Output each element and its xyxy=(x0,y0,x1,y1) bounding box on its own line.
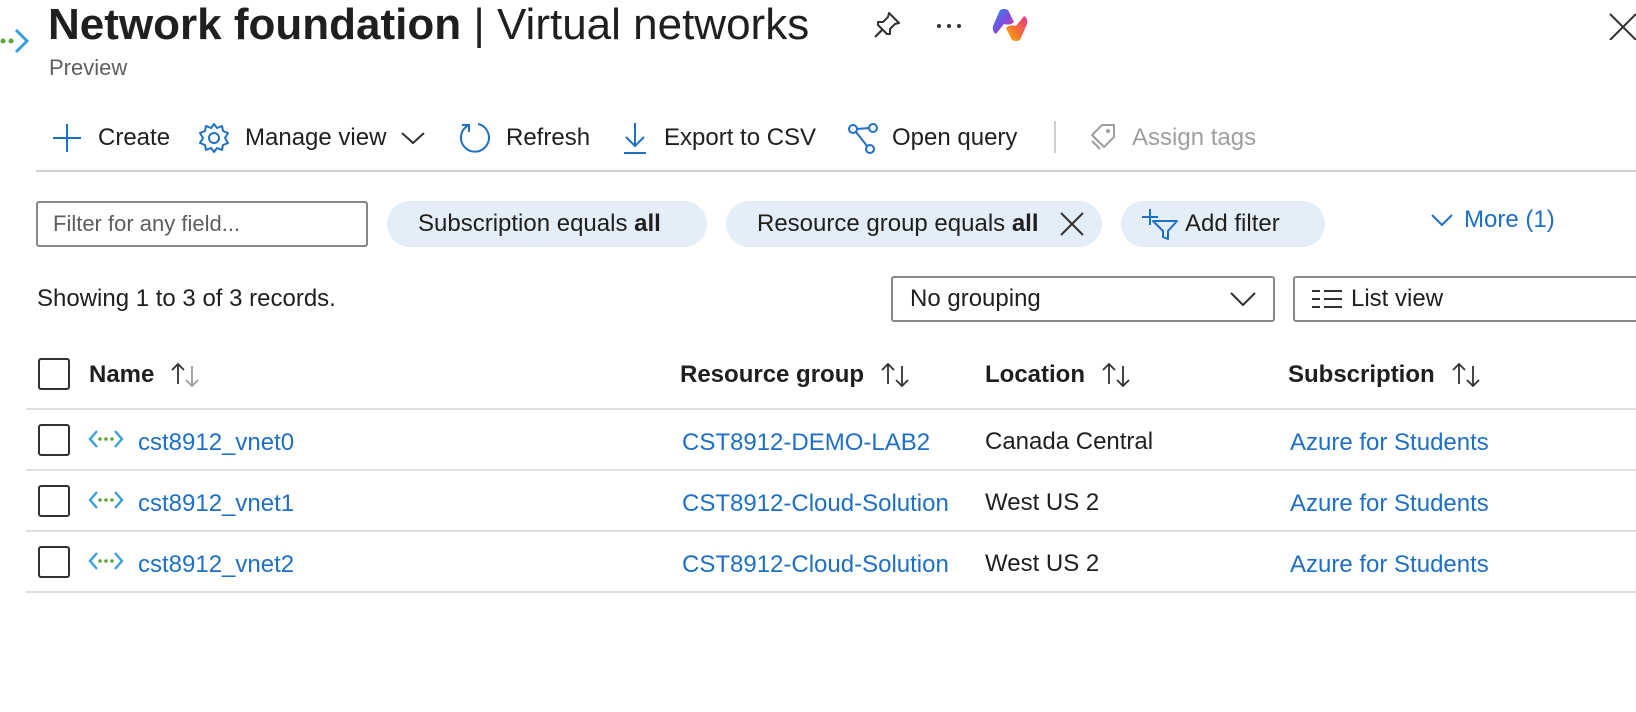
table-row[interactable]: cst8912_vnet2 CST8912-Cloud-Solution Wes… xyxy=(26,530,1636,593)
sort-icon xyxy=(168,362,202,388)
row-checkbox[interactable] xyxy=(38,485,70,517)
vnet-name-link[interactable]: cst8912_vnet0 xyxy=(138,429,294,457)
add-filter-button[interactable]: Add filter xyxy=(1121,201,1325,247)
close-icon[interactable] xyxy=(1059,211,1085,237)
ellipsis-icon[interactable] xyxy=(935,12,965,47)
column-subscription-label: Subscription xyxy=(1288,361,1435,388)
subscription-filter-label: Subscription equals xyxy=(418,210,635,237)
page-title-primary: Network foundation xyxy=(48,0,462,49)
column-header-subscription[interactable]: Subscription xyxy=(1288,356,1483,394)
add-filter-icon xyxy=(1142,209,1178,240)
subscription-filter-value: all xyxy=(634,210,661,237)
table-row[interactable]: cst8912_vnet0 CST8912-DEMO-LAB2 Canada C… xyxy=(26,408,1636,469)
column-header-location[interactable]: Location xyxy=(985,356,1133,394)
location-cell: West US 2 xyxy=(985,489,1100,516)
resource-group-link[interactable]: CST8912-Cloud-Solution xyxy=(682,490,949,518)
view-dropdown[interactable]: List view xyxy=(1293,276,1636,322)
manage-view-button[interactable]: Manage view xyxy=(198,118,426,158)
query-graph-icon xyxy=(848,123,878,154)
chevron-down-icon xyxy=(1230,292,1256,307)
sort-icon xyxy=(1449,362,1483,388)
create-label: Create xyxy=(98,124,171,151)
vnet-icon xyxy=(88,428,124,455)
assign-tags-label: Assign tags xyxy=(1132,124,1257,151)
toolbar-separator xyxy=(36,170,1636,172)
view-value: List view xyxy=(1351,285,1444,312)
location-cell: West US 2 xyxy=(985,550,1100,577)
column-location-label: Location xyxy=(985,361,1085,388)
grouping-dropdown[interactable]: No grouping xyxy=(891,276,1275,322)
page-subtitle: Preview xyxy=(49,55,128,80)
open-query-button[interactable]: Open query xyxy=(846,118,1017,158)
tag-icon xyxy=(1091,124,1115,150)
column-name-label: Name xyxy=(89,361,155,388)
more-filters-label: More (1) xyxy=(1464,206,1555,233)
subscription-filter-pill[interactable]: Subscription equals all xyxy=(387,201,707,247)
chevron-down-icon xyxy=(401,132,426,145)
subscription-link[interactable]: Azure for Students xyxy=(1290,429,1489,457)
gear-icon xyxy=(199,123,229,153)
create-button[interactable]: Create xyxy=(52,118,170,158)
vnet-icon xyxy=(88,489,124,516)
sort-icon xyxy=(1099,362,1133,388)
sort-icon xyxy=(878,362,912,388)
location-cell: Canada Central xyxy=(985,428,1154,455)
records-summary: Showing 1 to 3 of 3 records. xyxy=(37,285,336,312)
subscription-link[interactable]: Azure for Students xyxy=(1290,551,1489,579)
resource-group-filter-pill[interactable]: Resource group equals all xyxy=(726,201,1102,247)
page-title: Network foundation | Virtual networks xyxy=(48,0,809,50)
assign-tags-button[interactable]: Assign tags xyxy=(1088,118,1256,158)
refresh-label: Refresh xyxy=(506,124,591,151)
subscription-link[interactable]: Azure for Students xyxy=(1290,490,1489,518)
resource-group-filter-value: all xyxy=(1011,210,1039,237)
nav-expand-icon[interactable] xyxy=(0,24,32,63)
more-filters-link[interactable]: More (1) xyxy=(1430,204,1555,236)
select-all-checkbox[interactable] xyxy=(38,358,70,390)
refresh-icon xyxy=(459,123,490,153)
table-row[interactable]: cst8912_vnet1 CST8912-Cloud-Solution Wes… xyxy=(26,469,1636,530)
column-resource-group-label: Resource group xyxy=(680,361,865,388)
close-icon[interactable] xyxy=(1604,8,1636,45)
row-checkbox[interactable] xyxy=(38,546,70,578)
list-view-icon xyxy=(1312,290,1342,308)
chevron-down-icon xyxy=(1431,214,1453,227)
open-query-label: Open query xyxy=(892,124,1018,151)
vnet-icon xyxy=(88,550,124,577)
resource-group-link[interactable]: CST8912-Cloud-Solution xyxy=(682,551,949,579)
vnet-name-link[interactable]: cst8912_vnet1 xyxy=(138,490,294,518)
grouping-value: No grouping xyxy=(910,285,1041,312)
export-csv-label: Export to CSV xyxy=(664,124,817,151)
download-icon xyxy=(624,123,646,154)
export-csv-button[interactable]: Export to CSV xyxy=(622,118,816,158)
filter-input[interactable] xyxy=(36,201,368,247)
copilot-icon[interactable] xyxy=(990,6,1030,49)
vnet-name-link[interactable]: cst8912_vnet2 xyxy=(138,551,294,579)
column-header-resource-group[interactable]: Resource group xyxy=(680,356,912,394)
page-title-secondary: Virtual networks xyxy=(496,0,810,49)
refresh-button[interactable]: Refresh xyxy=(458,118,590,158)
row-checkbox[interactable] xyxy=(38,424,70,456)
resource-group-filter-label: Resource group equals xyxy=(757,210,1012,237)
pin-icon[interactable] xyxy=(872,10,902,45)
plus-icon xyxy=(53,124,81,152)
manage-view-label: Manage view xyxy=(245,124,387,151)
column-header-name[interactable]: Name xyxy=(89,356,202,394)
toolbar-divider xyxy=(1054,121,1056,153)
page-title-separator: | xyxy=(461,0,497,49)
add-filter-label: Add filter xyxy=(1185,210,1280,237)
resource-group-link[interactable]: CST8912-DEMO-LAB2 xyxy=(682,429,930,457)
